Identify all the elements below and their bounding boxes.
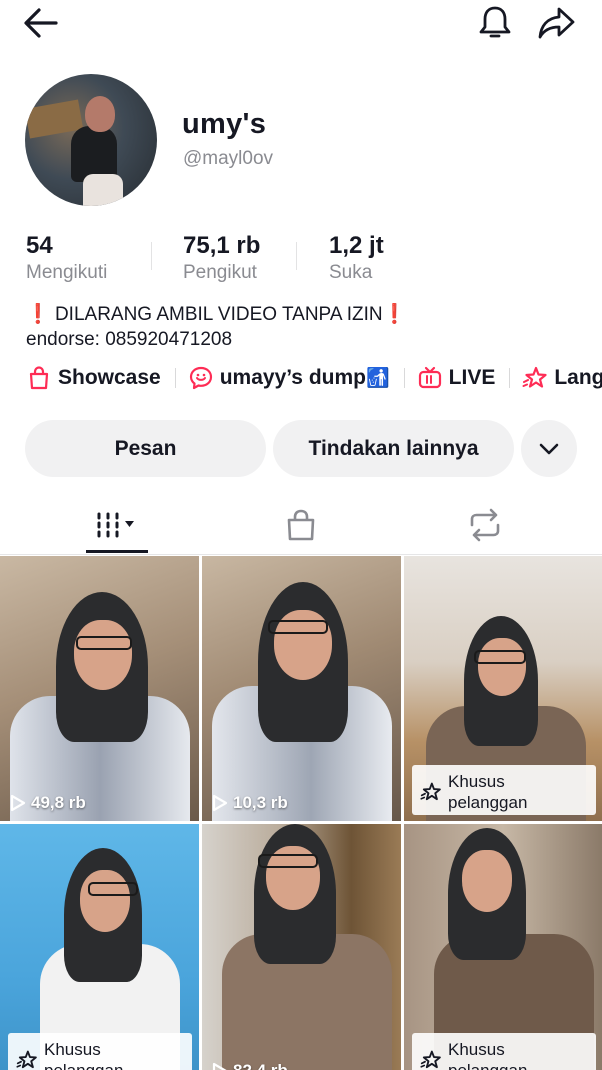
thumbnail-face <box>478 638 526 696</box>
profile-name: umy's <box>182 108 267 140</box>
star-icon <box>420 782 441 801</box>
view-count: 49,8 rb <box>10 793 86 813</box>
bell-icon[interactable] <box>476 3 514 41</box>
subscriber-only-label: Khusus pelanggan <box>448 772 528 812</box>
subscriber-only-label: Khusus pelanggan <box>44 1040 123 1070</box>
stat-following-value: 54 <box>26 232 53 259</box>
link-showcase-label: Showcase <box>58 366 161 389</box>
top-bar <box>0 0 602 52</box>
thumbnail-glasses <box>258 854 318 868</box>
view-count-value: 10,3 rb <box>233 793 288 812</box>
avatar-photo-head <box>85 96 115 132</box>
link-showcase[interactable]: Showcase <box>26 362 161 394</box>
video-grid: 49,8 rb 10,3 rb Khusus pelanggan Khusus … <box>0 556 602 1070</box>
stat-likes[interactable]: 1,2 jt Suka <box>329 232 384 284</box>
link-subscription-label: Lang <box>554 366 602 389</box>
link-divider <box>509 368 511 388</box>
link-divider <box>403 368 405 388</box>
view-count: 10,3 rb <box>212 793 288 813</box>
bio: ❗ DILARANG AMBIL VIDEO TANPA IZIN❗ endor… <box>26 302 586 352</box>
tabs-divider <box>0 554 602 555</box>
subscriber-only-badge: Khusus pelanggan <box>8 1033 192 1070</box>
video-thumbnail[interactable]: Khusus pelanggan <box>404 824 602 1070</box>
dropdown-button[interactable] <box>521 420 577 477</box>
active-tab-indicator <box>86 550 148 553</box>
tab-videos[interactable] <box>17 496 217 554</box>
shopping-bag-icon <box>287 509 315 541</box>
stat-divider <box>296 242 297 270</box>
stat-following[interactable]: 54 Mengikuti <box>26 232 107 284</box>
play-icon <box>212 794 228 812</box>
exclamation-emoji: ❗ <box>26 304 50 325</box>
video-thumbnail[interactable]: 10,3 rb <box>202 556 401 821</box>
thumbnail-glasses <box>76 636 132 650</box>
profile-links-row: Showcase umayy’s dump 🚮 LIVE Lang <box>26 362 602 394</box>
repost-icon <box>470 508 500 542</box>
exclamation-emoji: ❗ <box>382 304 407 325</box>
link-live[interactable]: LIVE <box>417 362 496 394</box>
star-icon <box>16 1050 37 1069</box>
link-playlist-label: umayy’s dump <box>219 366 366 389</box>
link-live-label: LIVE <box>448 366 496 389</box>
grid-bars-icon <box>97 512 134 538</box>
link-divider <box>174 368 176 388</box>
star-icon <box>420 1050 441 1069</box>
subscriber-only-badge: Khusus pelanggan <box>412 765 596 815</box>
view-count-value: 82,4 rb <box>233 1061 288 1070</box>
view-count: 82,4 rb <box>212 1061 288 1070</box>
thumbnail-glasses <box>474 650 526 664</box>
back-arrow-icon[interactable] <box>22 6 60 40</box>
avatar-photo-legs <box>83 174 123 206</box>
stat-followers[interactable]: 75,1 rb Pengikut <box>183 232 260 284</box>
stat-followers-label: Pengikut <box>183 262 257 283</box>
live-tv-icon <box>417 365 443 391</box>
thumbnail-glasses <box>88 882 138 896</box>
stat-following-label: Mengikuti <box>26 262 108 283</box>
chat-smile-icon <box>188 365 214 391</box>
more-actions-button[interactable]: Tindakan lainnya <box>273 420 514 477</box>
thumbnail-face <box>462 850 512 912</box>
chevron-down-icon <box>539 443 559 454</box>
thumbnail-glasses <box>268 620 328 634</box>
message-button[interactable]: Pesan <box>25 420 266 477</box>
link-playlist[interactable]: umayy’s dump 🚮 <box>188 362 390 394</box>
play-icon <box>10 794 26 812</box>
shopping-bag-icon <box>26 365 52 391</box>
share-arrow-icon[interactable] <box>536 4 578 42</box>
play-icon <box>212 1062 227 1070</box>
trash-emoji: 🚮 <box>365 368 390 389</box>
avatar[interactable] <box>25 74 157 206</box>
bio-line-1: ❗ DILARANG AMBIL VIDEO TANPA IZIN❗ <box>26 302 586 327</box>
subscriber-only-label: Khusus pelanggan <box>448 1040 527 1070</box>
tab-shop[interactable] <box>201 496 401 554</box>
link-subscription[interactable]: Lang <box>522 362 602 394</box>
profile-handle: @mayl0ov <box>183 148 274 169</box>
video-thumbnail[interactable]: Khusus pelanggan <box>0 824 199 1070</box>
video-thumbnail[interactable]: Khusus pelanggan <box>404 556 602 821</box>
bio-line-2: endorse: 085920471208 <box>26 329 233 350</box>
star-icon <box>522 365 548 391</box>
video-thumbnail[interactable]: 49,8 rb <box>0 556 199 821</box>
stat-likes-value: 1,2 jt <box>329 232 384 259</box>
stat-followers-value: 75,1 rb <box>183 232 261 259</box>
thumbnail-face <box>74 620 132 690</box>
thumbnail-face <box>80 870 130 932</box>
view-count-value: 49,8 rb <box>31 793 86 812</box>
video-thumbnail[interactable]: 82,4 rb <box>202 824 401 1070</box>
stat-likes-label: Suka <box>329 262 373 283</box>
bio-text: DILARANG AMBIL VIDEO TANPA IZIN <box>54 304 383 325</box>
tab-reposts[interactable] <box>385 496 585 554</box>
stat-divider <box>151 242 152 270</box>
subscriber-only-badge: Khusus pelanggan <box>412 1033 596 1070</box>
content-tabs <box>0 496 602 554</box>
